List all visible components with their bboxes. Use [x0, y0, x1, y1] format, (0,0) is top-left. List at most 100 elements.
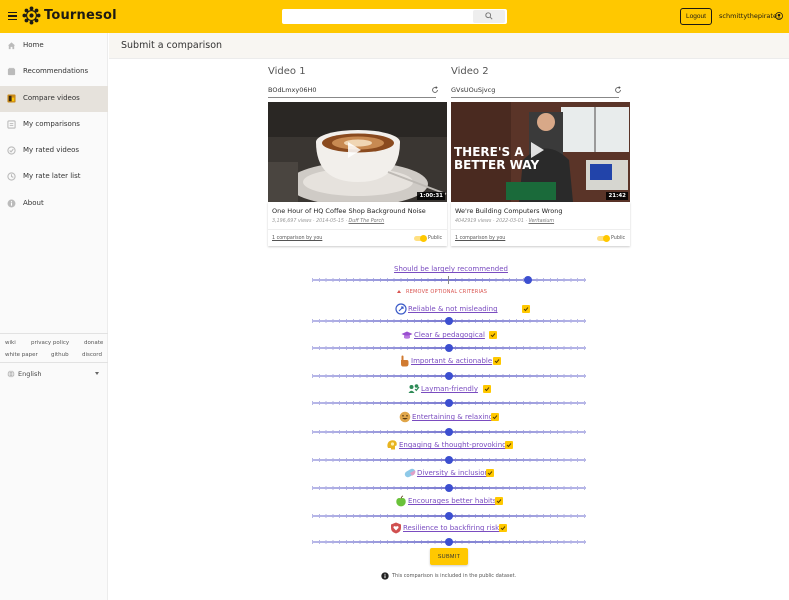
remove-optional-criteria-button[interactable]: REMOVE OPTIONAL CRITERIAS	[406, 289, 487, 295]
criterion-slider-reliable[interactable]	[312, 317, 586, 325]
criterion-checkbox[interactable]	[505, 441, 513, 449]
sidebar-item-compare-videos[interactable]: Compare videos	[0, 86, 108, 112]
brand-name[interactable]: Tournesol	[44, 8, 117, 23]
logout-button[interactable]: Logout	[680, 8, 712, 25]
play-icon[interactable]	[531, 142, 544, 158]
chevron-down-icon[interactable]	[95, 372, 99, 375]
footer-link-privacy-policy[interactable]: privacy policy	[31, 340, 69, 346]
main-criterion-slider[interactable]	[312, 276, 586, 284]
search-input[interactable]	[282, 9, 507, 24]
sidebar-item-label: My rated videos	[23, 146, 80, 154]
sidebar-item-label: About	[23, 199, 44, 207]
criterion-slider-clear[interactable]	[312, 344, 586, 352]
video-title[interactable]: One Hour of HQ Coffee Shop Background No…	[272, 207, 426, 215]
dataset-notice: This comparison is included in the publi…	[392, 573, 517, 579]
criterion-slider-important[interactable]	[312, 372, 586, 380]
criterion-slider-layman[interactable]	[312, 399, 586, 407]
video-uploader[interactable]: Veritasium	[528, 219, 554, 224]
play-icon[interactable]	[348, 142, 361, 158]
criterion-checkbox[interactable]	[483, 385, 491, 393]
criterion-label[interactable]: Diversity & inclusion	[417, 469, 489, 477]
sidebar-item-rate-later[interactable]: My rate later list	[0, 164, 108, 190]
video-views: 3,196,697 views	[272, 219, 312, 224]
slider-thumb[interactable]	[445, 512, 453, 520]
sidebar-item-label: My rate later list	[23, 172, 81, 180]
criterion-label[interactable]: Entertaining & relaxing	[412, 413, 493, 421]
account-icon[interactable]	[775, 12, 783, 20]
pointing-hand-icon	[401, 355, 409, 367]
search-button[interactable]	[473, 10, 505, 23]
slider-thumb[interactable]	[445, 399, 453, 407]
username[interactable]: schmittythepirate	[719, 12, 777, 20]
refresh-icon[interactable]	[431, 86, 439, 94]
slider-thumb[interactable]	[524, 276, 533, 284]
footer-link-donate[interactable]: donate	[84, 340, 103, 346]
card-divider	[451, 229, 630, 230]
slider-thumb[interactable]	[445, 484, 453, 492]
brain-icon	[387, 440, 397, 450]
video-id-input[interactable]: BOdLmxy06H0	[268, 85, 436, 98]
footer-link-white-paper[interactable]: white paper	[5, 352, 38, 358]
criterion-slider-diversity[interactable]	[312, 484, 586, 492]
criterion-checkbox[interactable]	[489, 331, 497, 339]
chevron-up-icon[interactable]	[397, 290, 401, 293]
video-uploader[interactable]: Duff The Porch	[349, 219, 385, 224]
criterion-slider-entertaining[interactable]	[312, 428, 586, 436]
criterion-slider-engaging[interactable]	[312, 456, 586, 464]
criterion-checkbox[interactable]	[491, 413, 499, 421]
slider-thumb[interactable]	[445, 317, 453, 325]
criterion-slider-resilience[interactable]	[312, 538, 586, 546]
refresh-icon[interactable]	[614, 86, 622, 94]
sunflower-logo-icon[interactable]	[22, 6, 41, 25]
public-toggle[interactable]	[597, 235, 610, 242]
video-id-input[interactable]: GVsUOuSjvcg	[451, 85, 619, 98]
comparison-count-link[interactable]: 1 comparison by you	[272, 236, 322, 241]
video-thumbnail[interactable]: THERE'S A BETTER WAY 21:42	[451, 102, 630, 202]
check-icon	[484, 387, 490, 392]
rate-later-icon	[7, 172, 16, 181]
footer-link-wiki[interactable]: wiki	[5, 340, 16, 346]
language-select[interactable]: English	[18, 370, 41, 378]
footer-link-discord[interactable]: discord	[82, 352, 102, 358]
video-thumbnail[interactable]: 1:00:31	[268, 102, 447, 202]
criterion-label[interactable]: Resilience to backfiring risks	[403, 524, 503, 532]
slider-thumb[interactable]	[445, 428, 453, 436]
menu-icon[interactable]	[8, 12, 17, 21]
criterion-label[interactable]: Layman-friendly	[421, 385, 478, 393]
main-criterion-label[interactable]: Should be largely recommended	[394, 265, 508, 273]
video-title[interactable]: We're Building Computers Wrong	[455, 207, 563, 215]
comparison-count-link[interactable]: 1 comparison by you	[455, 236, 505, 241]
slider-thumb[interactable]	[445, 538, 453, 546]
sidebar-item-about[interactable]: About	[0, 191, 108, 217]
sidebar-item-home[interactable]: Home	[0, 33, 108, 59]
recommendations-icon	[7, 67, 16, 76]
criterion-checkbox[interactable]	[486, 469, 494, 477]
sidebar-item-my-rated-videos[interactable]: My rated videos	[0, 138, 108, 164]
criterion-label[interactable]: Reliable & not misleading	[408, 305, 498, 313]
page-header: Submit a comparison	[109, 33, 789, 59]
check-icon	[492, 415, 498, 420]
footer-link-github[interactable]: github	[51, 352, 69, 358]
criterion-checkbox[interactable]	[495, 497, 503, 505]
criterion-label[interactable]: Engaging & thought-provoking	[399, 441, 507, 449]
criterion-checkbox[interactable]	[522, 305, 530, 313]
criterion-checkbox[interactable]	[493, 357, 501, 365]
sidebar-item-my-comparisons[interactable]: My comparisons	[0, 112, 108, 138]
slider-thumb[interactable]	[445, 344, 453, 352]
smiley-icon	[399, 411, 411, 423]
diversity-icon	[404, 468, 416, 478]
public-label: Public	[611, 236, 626, 241]
apple-icon	[396, 495, 406, 507]
slider-center-mark	[448, 276, 449, 284]
submit-button[interactable]: SUBMIT	[430, 548, 468, 565]
criterion-label[interactable]: Encourages better habits	[408, 497, 496, 505]
slider-thumb[interactable]	[445, 372, 453, 380]
criterion-label[interactable]: Important & actionable	[411, 357, 492, 365]
criterion-checkbox[interactable]	[499, 524, 507, 532]
sidebar-item-recommendations[interactable]: Recommendations	[0, 59, 108, 85]
criterion-slider-habits[interactable]	[312, 512, 586, 520]
video-duration: 1:00:31	[417, 192, 445, 200]
slider-thumb[interactable]	[445, 456, 453, 464]
criterion-label[interactable]: Clear & pedagogical	[414, 331, 485, 339]
public-toggle[interactable]	[414, 235, 427, 242]
